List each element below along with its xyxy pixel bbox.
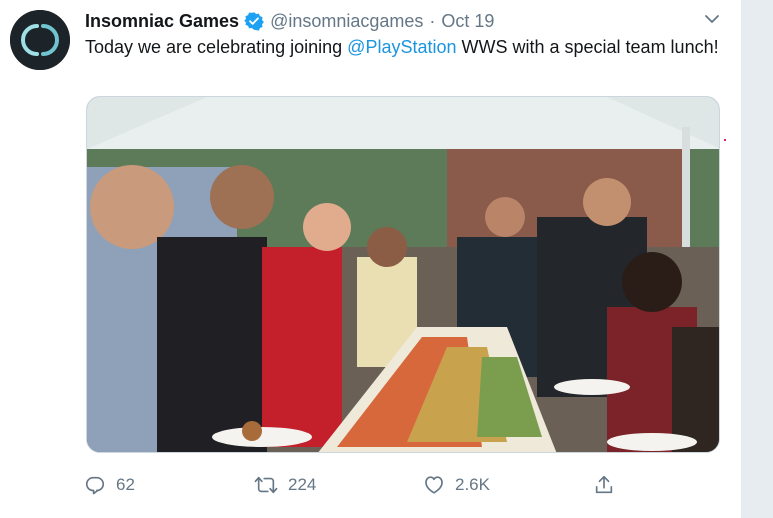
retweet-button[interactable]: 224	[254, 473, 316, 497]
retweet-icon	[254, 476, 278, 494]
mention-link[interactable]: @PlayStation	[347, 37, 456, 57]
insomniac-logo-icon	[10, 10, 70, 70]
like-button[interactable]: 2.6K	[423, 473, 490, 497]
reply-button[interactable]: 62	[84, 473, 135, 497]
heart-icon	[425, 476, 443, 494]
tweet-text-after: WWS with a special team lunch!	[456, 37, 719, 57]
chevron-down-icon[interactable]	[703, 10, 721, 28]
reply-icon	[85, 476, 105, 495]
tweet-photo[interactable]	[86, 96, 720, 453]
like-count: 2.6K	[455, 475, 490, 494]
red-marker	[724, 139, 726, 141]
tweet-text: Today we are celebrating joining @PlaySt…	[85, 35, 725, 60]
tweet-header: Insomniac Games @insomniacgames · Oct 19	[85, 9, 721, 33]
reply-count: 62	[116, 475, 135, 494]
separator-dot: ·	[429, 11, 436, 31]
tweet-card[interactable]: Insomniac Games @insomniacgames · Oct 19…	[0, 0, 742, 518]
photo-illustration	[87, 97, 719, 452]
share-button[interactable]	[593, 473, 615, 497]
tweet-date[interactable]: Oct 19	[441, 10, 494, 32]
display-name[interactable]: Insomniac Games	[85, 10, 239, 32]
retweet-count: 224	[288, 475, 317, 494]
handle[interactable]: @insomniacgames	[270, 10, 423, 32]
verified-badge-icon	[244, 11, 264, 31]
tweet-actions: 62 224 2.6K	[84, 473, 624, 497]
avatar[interactable]	[10, 10, 70, 70]
share-icon	[595, 475, 613, 494]
tweet-text-before: Today we are celebrating joining	[85, 37, 348, 57]
